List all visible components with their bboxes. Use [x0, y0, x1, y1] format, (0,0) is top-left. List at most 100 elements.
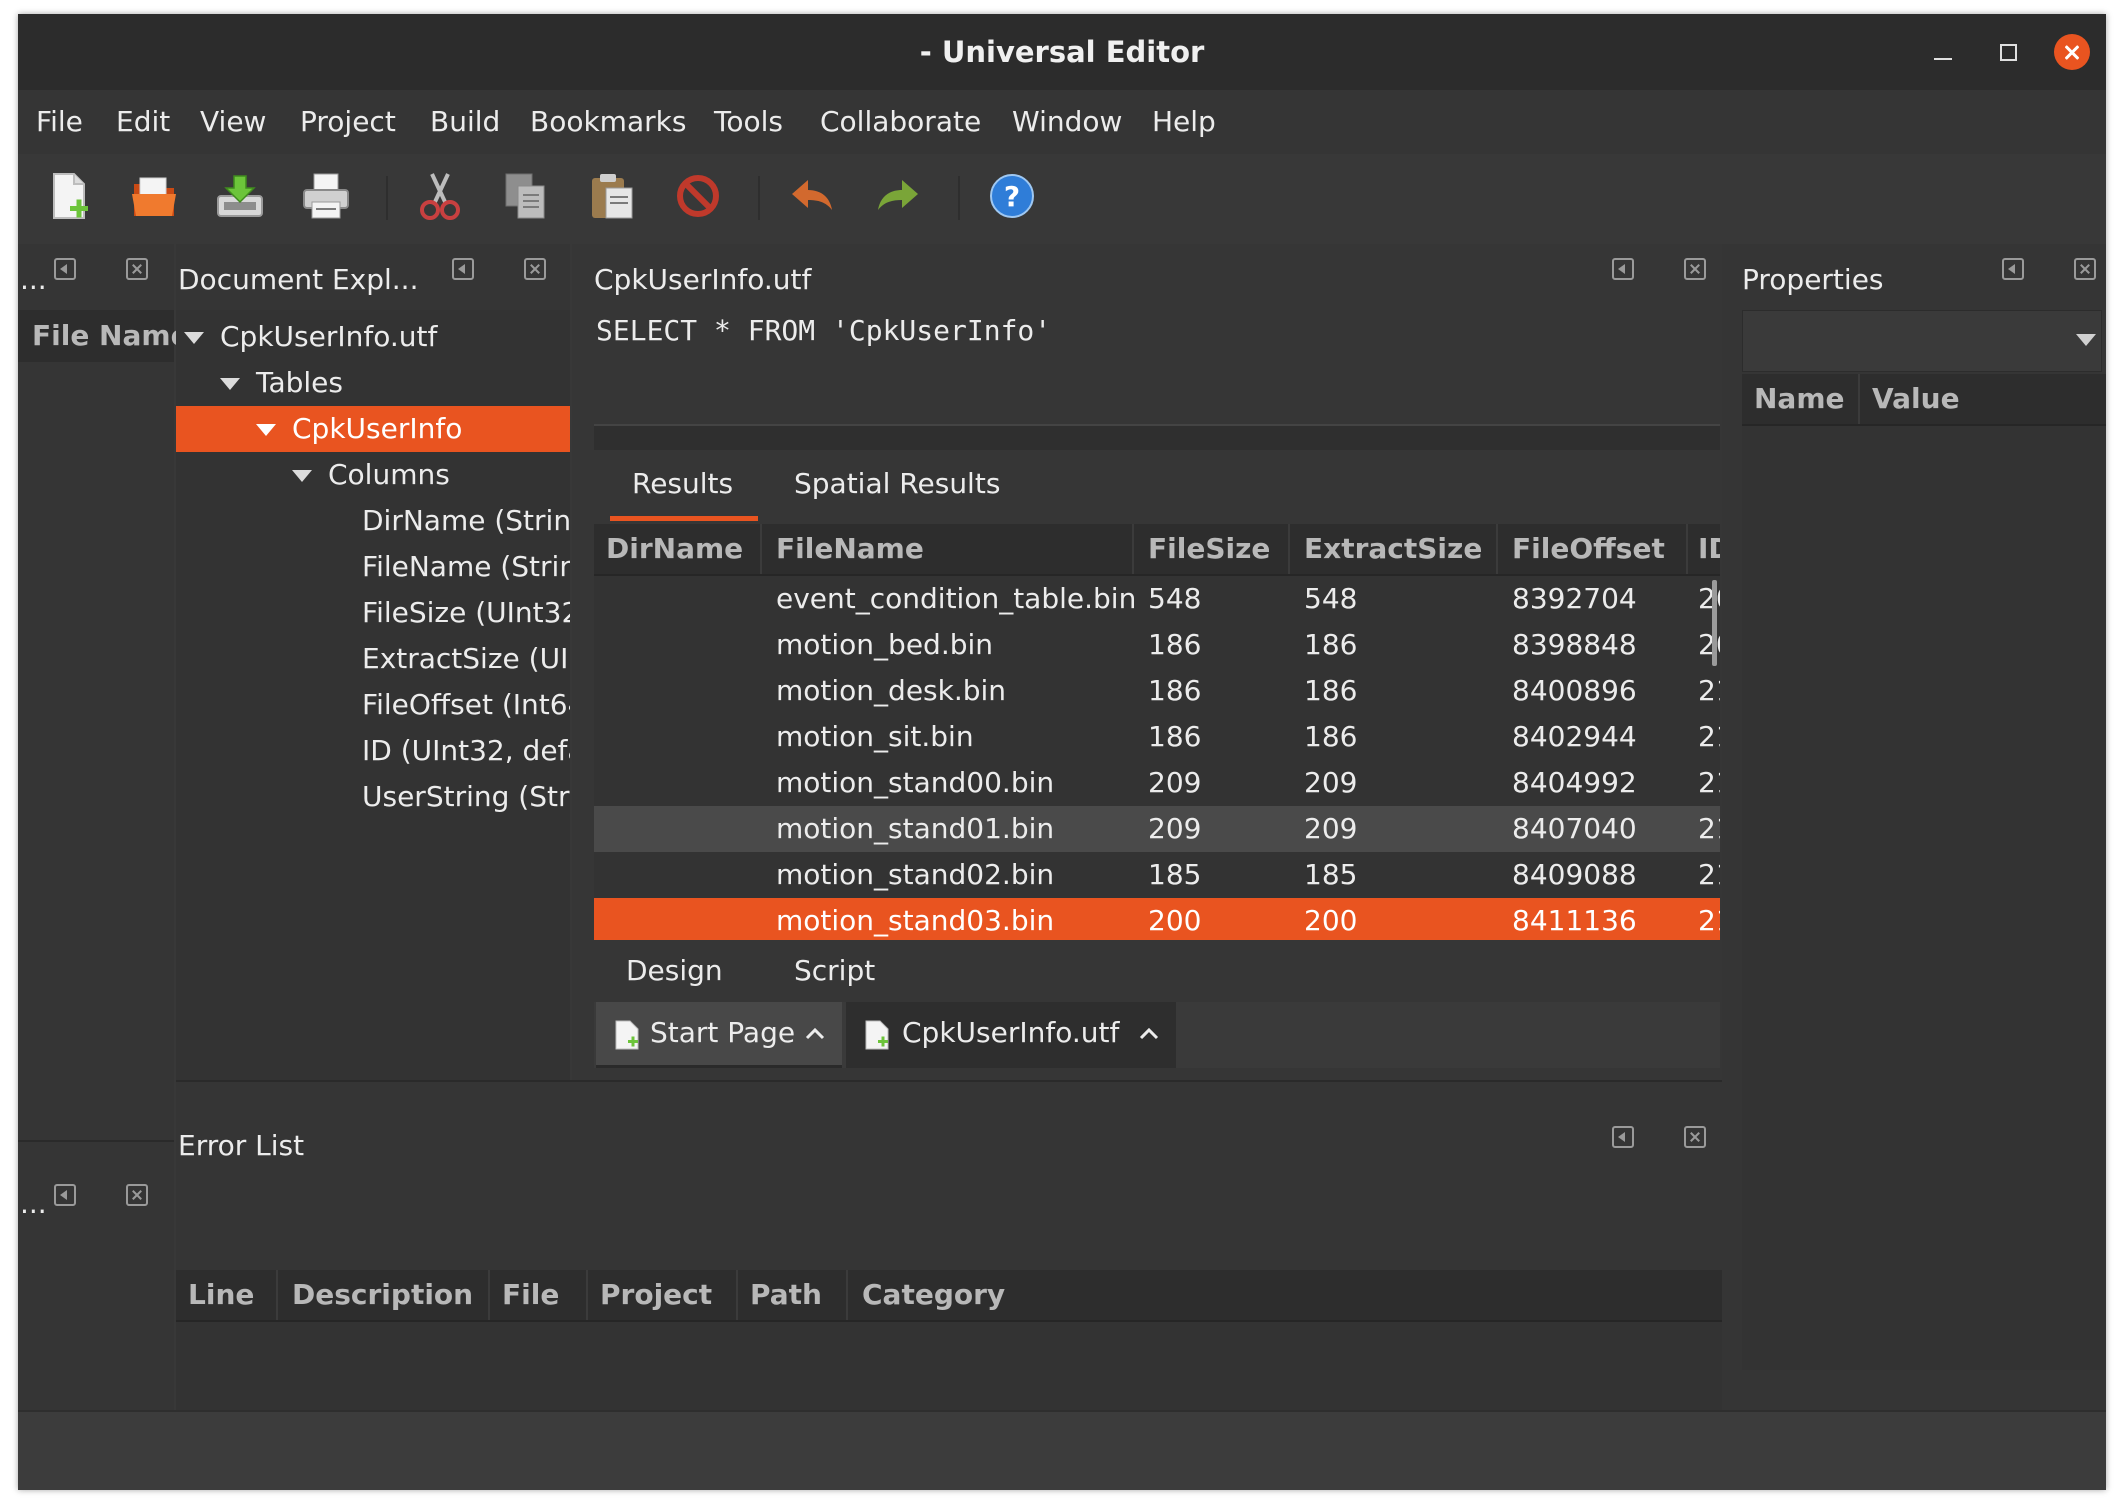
table-cell-fileoffset: 8392704 — [1512, 582, 1637, 615]
pin-icon[interactable] — [54, 1184, 76, 1206]
grid-header: DirName FileName FileSize ExtractSize Fi… — [594, 524, 1720, 576]
undo-icon[interactable] — [784, 168, 840, 224]
chevron-up-icon[interactable] — [1138, 1024, 1160, 1042]
vertical-scrollbar[interactable] — [1712, 580, 1717, 666]
menu-tools[interactable]: Tools — [714, 90, 783, 154]
doc-tab-label: Start Page — [650, 1016, 796, 1049]
close-panel-icon[interactable] — [126, 1184, 148, 1206]
pin-icon[interactable] — [1612, 258, 1634, 280]
query-text[interactable]: SELECT * FROM 'CpkUserInfo' — [596, 308, 1051, 354]
query-editor[interactable]: SELECT * FROM 'CpkUserInfo' — [594, 308, 1720, 424]
column-header-id[interactable]: ID — [1698, 524, 1720, 574]
column-header-project[interactable]: Project — [600, 1270, 712, 1320]
tab-spatial-results[interactable]: Spatial Results — [794, 450, 1000, 518]
tree-node-tables[interactable]: Tables — [220, 360, 343, 406]
svg-text:?: ? — [1004, 180, 1020, 213]
redo-icon[interactable] — [870, 168, 926, 224]
minimize-button[interactable] — [1928, 38, 1958, 68]
tree-node-columns[interactable]: Columns — [292, 452, 450, 498]
save-icon[interactable] — [212, 168, 268, 224]
column-header-category[interactable]: Category — [862, 1270, 1005, 1320]
menu-collaborate[interactable]: Collaborate — [820, 90, 981, 154]
close-panel-icon[interactable] — [1684, 258, 1706, 280]
tree-column-item[interactable]: FileSize (UInt32 — [362, 590, 570, 636]
object-selector[interactable] — [1742, 310, 2102, 372]
maximize-button[interactable] — [1994, 38, 2024, 68]
doc-tab-start-page[interactable]: Start Page — [596, 1002, 842, 1068]
table-cell-filesize: 186 — [1148, 720, 1202, 753]
tree-node-table-cpkuserinfo[interactable]: CpkUserInfo — [256, 406, 462, 452]
expand-arrow-icon[interactable] — [256, 424, 276, 436]
menu-project[interactable]: Project — [300, 90, 396, 154]
tree-column-item[interactable]: FileOffset (Int64 — [362, 682, 570, 728]
menu-edit[interactable]: Edit — [116, 90, 170, 154]
expand-arrow-icon[interactable] — [184, 332, 204, 344]
column-header-filesize[interactable]: FileSize — [1148, 524, 1270, 574]
print-icon[interactable] — [298, 168, 354, 224]
table-row[interactable]: motion_stand03.bin 200 200 8411136 215 — [594, 898, 1720, 940]
column-header-value[interactable]: Value — [1872, 374, 1960, 424]
open-folder-icon[interactable] — [126, 168, 182, 224]
new-file-icon[interactable] — [40, 168, 96, 224]
help-icon[interactable]: ? — [984, 168, 1040, 224]
splitter[interactable] — [594, 424, 1720, 452]
tree-column-item[interactable]: ExtractSize (UIr — [362, 636, 570, 682]
tab-results[interactable]: Results — [632, 450, 733, 518]
column-header-fileoffset[interactable]: FileOffset — [1512, 524, 1665, 574]
column-header-name[interactable]: Name — [1754, 374, 1845, 424]
chevron-up-icon[interactable] — [804, 1024, 826, 1042]
table-row[interactable]: motion_stand00.bin 209 209 8404992 212 — [594, 760, 1720, 806]
table-cell-extractsize: 185 — [1304, 858, 1358, 891]
menu-view[interactable]: View — [200, 90, 266, 154]
tree-node-file[interactable]: CpkUserInfo.utf — [184, 314, 437, 360]
table-row[interactable]: motion_stand02.bin 185 185 8409088 214 — [594, 852, 1720, 898]
expand-arrow-icon[interactable] — [220, 378, 240, 390]
table-cell-id: 215 — [1698, 904, 1720, 937]
column-header-path[interactable]: Path — [750, 1270, 822, 1320]
pin-icon[interactable] — [1612, 1126, 1634, 1148]
chevron-down-icon[interactable] — [2075, 333, 2097, 347]
column-header-file-name[interactable]: File Name — [32, 310, 190, 362]
left-panel-header: File Name — [18, 310, 190, 362]
close-button[interactable] — [2054, 34, 2090, 70]
menu-file[interactable]: File — [36, 90, 83, 154]
pin-icon[interactable] — [54, 258, 76, 280]
column-header-filename[interactable]: FileName — [776, 524, 924, 574]
doc-tab-cpkuserinfo[interactable]: CpkUserInfo.utf — [846, 1002, 1176, 1068]
title-bar[interactable]: - Universal Editor — [18, 14, 2106, 90]
tab-script[interactable]: Script — [794, 940, 875, 1002]
close-panel-icon[interactable] — [2074, 258, 2096, 280]
menu-bookmarks[interactable]: Bookmarks — [530, 90, 686, 154]
properties-panel: Properties Name Value — [1722, 244, 2106, 1410]
table-row[interactable]: motion_bed.bin1861868398848209 — [594, 622, 1720, 668]
expand-arrow-icon[interactable] — [292, 470, 312, 482]
column-header-dirname[interactable]: DirName — [606, 524, 743, 574]
column-header-line[interactable]: Line — [188, 1270, 254, 1320]
close-panel-icon[interactable] — [524, 258, 546, 280]
close-panel-icon[interactable] — [1684, 1126, 1706, 1148]
paste-icon[interactable] — [584, 168, 640, 224]
close-panel-icon[interactable] — [126, 258, 148, 280]
menu-build[interactable]: Build — [430, 90, 500, 154]
table-row[interactable]: event_condition_table.bin548548839270420… — [594, 576, 1720, 622]
tree-column-item[interactable]: ID (UInt32, defa — [362, 728, 570, 774]
document-tabs: Start Page CpkUserInfo.utf — [594, 1002, 1720, 1068]
tree-column-item[interactable]: DirName (String — [362, 498, 570, 544]
table-row[interactable]: motion_stand01.bin 209 209 8407040 213 — [594, 806, 1720, 852]
pin-icon[interactable] — [2002, 258, 2024, 280]
cut-icon[interactable] — [412, 168, 468, 224]
explorer-tree: CpkUserInfo.utf Tables CpkUserInfo Colum… — [176, 310, 570, 1080]
tree-column-item[interactable]: FileName (Strin — [362, 544, 570, 590]
menu-window[interactable]: Window — [1012, 90, 1122, 154]
tab-design[interactable]: Design — [626, 940, 723, 1002]
menu-help[interactable]: Help — [1152, 90, 1216, 154]
table-row[interactable]: motion_desk.bin 186 186 8400896 210 — [594, 668, 1720, 714]
column-header-description[interactable]: Description — [292, 1270, 473, 1320]
tree-column-item[interactable]: UserString (Strir — [362, 774, 570, 820]
column-header-file[interactable]: File — [502, 1270, 559, 1320]
copy-icon[interactable] — [498, 168, 554, 224]
column-header-extractsize[interactable]: ExtractSize — [1304, 524, 1482, 574]
pin-icon[interactable] — [452, 258, 474, 280]
table-row[interactable]: motion_sit.bin 186 186 8402944 211 — [594, 714, 1720, 760]
delete-icon[interactable] — [670, 168, 726, 224]
